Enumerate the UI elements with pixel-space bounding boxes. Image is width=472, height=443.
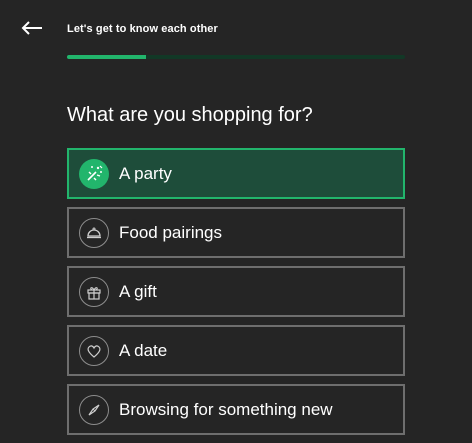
progress-fill: [67, 55, 147, 59]
option-party[interactable]: A party: [67, 148, 405, 199]
options-list: A party Food pairings A gift A date Brow…: [67, 148, 405, 443]
option-label: Browsing for something new: [119, 399, 333, 419]
gift-icon: [79, 276, 109, 307]
compass-icon: [79, 394, 109, 425]
option-date[interactable]: A date: [67, 325, 405, 376]
option-food-pairings[interactable]: Food pairings: [67, 207, 405, 258]
option-label: A party: [119, 163, 172, 183]
back-button[interactable]: [18, 16, 46, 40]
progress-bar: [67, 55, 405, 59]
heart-icon: [79, 335, 109, 366]
option-label: A date: [119, 340, 168, 360]
header-title: Let's get to know each other: [67, 23, 218, 35]
option-label: Food pairings: [119, 222, 223, 242]
option-browsing[interactable]: Browsing for something new: [67, 384, 405, 435]
question-heading: What are you shopping for?: [67, 104, 313, 126]
option-label: A gift: [119, 281, 157, 301]
cloche-icon: [79, 217, 109, 248]
arrow-left-icon: [21, 21, 42, 35]
option-gift[interactable]: A gift: [67, 266, 405, 317]
party-popper-icon: [79, 158, 109, 189]
